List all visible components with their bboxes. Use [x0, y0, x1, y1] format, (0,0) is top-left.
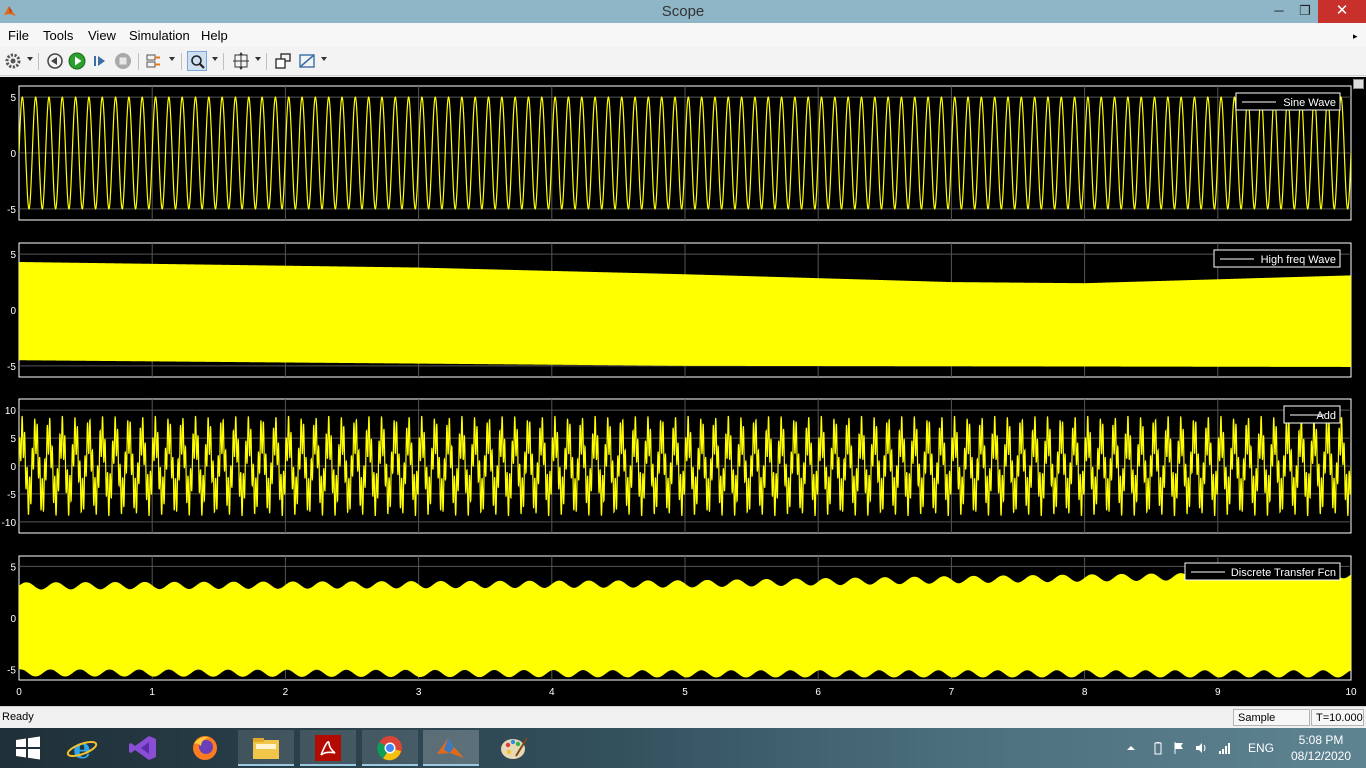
trace-4: [19, 571, 1351, 678]
y-tick-label: 0: [10, 614, 16, 625]
paint-icon[interactable]: [486, 730, 542, 766]
settings-gear-icon[interactable]: [3, 51, 23, 71]
svg-text:e: e: [73, 734, 91, 762]
y-tick-label: 0: [10, 462, 16, 473]
restore-button[interactable]: ❐: [1290, 0, 1320, 23]
scope-chart[interactable]: 50-5Sine Wave50-5High freq Wave1050-5-10…: [0, 77, 1366, 706]
windows-start-icon[interactable]: [0, 730, 56, 766]
toolbar: [0, 47, 1366, 76]
y-tick-label: 5: [10, 250, 16, 261]
step-back-icon[interactable]: [45, 51, 65, 71]
measure-dropdown-icon[interactable]: [321, 57, 327, 61]
menu-tools[interactable]: Tools: [43, 28, 73, 43]
volume-icon[interactable]: [1194, 741, 1208, 755]
signal-selector-icon[interactable]: [144, 51, 164, 71]
simulation-time-indicator: T=10.000: [1311, 709, 1364, 726]
visual-studio-icon[interactable]: [115, 730, 171, 766]
step-forward-icon[interactable]: [90, 51, 110, 71]
y-tick-label: -5: [7, 666, 16, 677]
battery-icon[interactable]: [1151, 741, 1165, 755]
y-tick-label: -5: [7, 205, 16, 216]
firefox-icon[interactable]: [177, 730, 233, 766]
x-tick-label: 3: [416, 687, 422, 698]
menu-view[interactable]: View: [88, 28, 116, 43]
legend-label: Add: [1316, 410, 1336, 422]
status-text: Ready: [2, 711, 34, 723]
file-explorer-icon[interactable]: [238, 730, 294, 766]
windows-taskbar: e ENG 5:08 PM 08/12/2020: [0, 728, 1366, 768]
x-tick-label: 9: [1215, 687, 1221, 698]
y-tick-label: 5: [10, 93, 16, 104]
settings-dropdown-icon[interactable]: [27, 57, 33, 61]
y-tick-label: -5: [7, 490, 16, 501]
zoom-icon[interactable]: [187, 51, 207, 71]
clock-date[interactable]: 08/12/2020: [1286, 749, 1356, 763]
network-signal-icon[interactable]: [1218, 741, 1232, 755]
zoom-dropdown-icon[interactable]: [212, 57, 218, 61]
x-tick-label: 7: [949, 687, 955, 698]
menu-file[interactable]: File: [8, 28, 29, 43]
clock-time[interactable]: 5:08 PM: [1286, 733, 1356, 747]
scope-panel-4: 5 0 -5 Discrete Transfer Fcn: [7, 555, 1352, 681]
scope-plot-area[interactable]: 5 0 -5 Sine Wave 5 0 -5 High freq Wave 10 5 0 -5 -10…: [0, 77, 1366, 706]
x-tick-label: 10: [1345, 687, 1357, 698]
scope-panel-1: 5 0 -5 Sine Wave: [7, 85, 1352, 221]
restore-view-icon[interactable]: [273, 51, 293, 71]
y-tick-label: 0: [10, 306, 16, 317]
autoscale-icon[interactable]: [231, 51, 251, 71]
action-center-flag-icon[interactable]: [1172, 741, 1186, 755]
chrome-icon[interactable]: [362, 730, 418, 766]
toolbar-separator: [223, 53, 224, 70]
menu-help[interactable]: Help: [201, 28, 228, 43]
toolbar-separator: [38, 53, 39, 70]
x-tick-label: 2: [283, 687, 289, 698]
scope-panel-2: 5 0 -5 High freq Wave: [7, 242, 1352, 378]
x-tick-label: 6: [815, 687, 821, 698]
toolbar-expand-icon[interactable]: ▸: [1353, 31, 1358, 42]
autoscale-dropdown-icon[interactable]: [255, 57, 261, 61]
scope-panel-3: 10 5 0 -5 -10 Add: [2, 398, 1352, 534]
input-language[interactable]: ENG: [1248, 741, 1274, 755]
status-bar: Ready Sample based T=10.000: [0, 706, 1366, 741]
y-tick-label: 5: [10, 434, 16, 445]
y-tick-label: -5: [7, 362, 16, 373]
y-tick-label: 5: [10, 562, 16, 573]
trace-2: [19, 261, 1351, 367]
x-tick-label: 1: [149, 687, 155, 698]
legend-label: Discrete Transfer Fcn: [1231, 567, 1336, 579]
stop-icon[interactable]: [113, 51, 133, 71]
title-bar: Scope ─ ❐ ✕: [0, 0, 1366, 23]
menu-simulation[interactable]: Simulation: [129, 28, 190, 43]
x-tick-label: 8: [1082, 687, 1088, 698]
legend-label: Sine Wave: [1283, 97, 1336, 109]
x-tick-label: 0: [16, 687, 22, 698]
window-title: Scope: [661, 3, 705, 20]
internet-explorer-icon[interactable]: e: [54, 730, 110, 766]
acrobat-icon[interactable]: [300, 730, 356, 766]
sample-mode-indicator: Sample based: [1233, 709, 1310, 741]
y-tick-label: 10: [5, 406, 17, 417]
signal-selector-dropdown-icon[interactable]: [169, 57, 175, 61]
matlab-icon[interactable]: [423, 730, 479, 766]
legend-label: High freq Wave: [1261, 254, 1336, 266]
run-icon[interactable]: [67, 51, 87, 71]
undock-icon[interactable]: [1353, 79, 1364, 89]
show-hidden-icons-icon[interactable]: [1124, 741, 1138, 755]
y-tick-label: 0: [10, 149, 16, 160]
x-tick-label: 4: [549, 687, 555, 698]
measure-icon[interactable]: [297, 51, 317, 71]
toolbar-separator: [181, 53, 182, 70]
x-tick-label: 5: [682, 687, 688, 698]
toolbar-separator: [138, 53, 139, 70]
close-button[interactable]: ✕: [1318, 0, 1366, 23]
toolbar-separator: [266, 53, 267, 70]
menu-bar: File Tools View Simulation Help ▸: [0, 23, 1366, 47]
y-tick-label: -10: [2, 518, 17, 529]
